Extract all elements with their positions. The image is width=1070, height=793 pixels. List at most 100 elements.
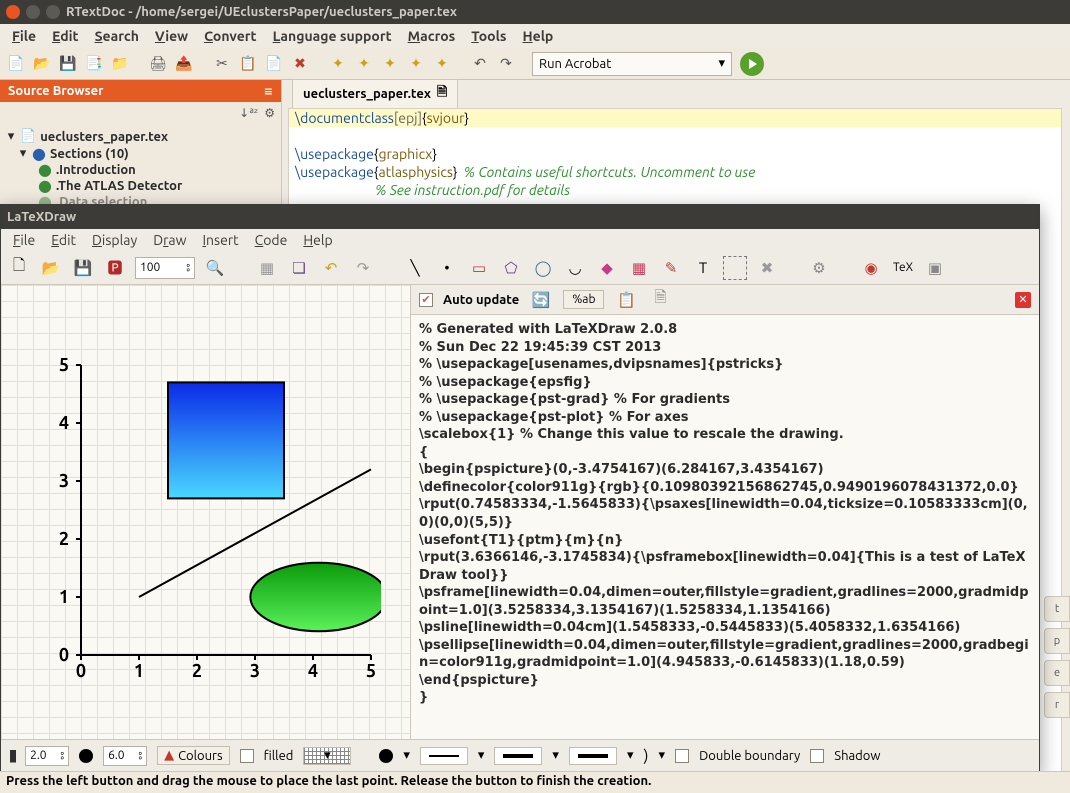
linewidth-input[interactable]: 2.0⦂ xyxy=(25,746,69,766)
grid-tool-icon[interactable]: ▦ xyxy=(627,256,651,280)
run-button[interactable] xyxy=(740,52,764,76)
shadow-checkbox[interactable] xyxy=(810,749,824,763)
menu-view[interactable]: View xyxy=(149,26,194,46)
bezier-tool-icon[interactable]: ◆ xyxy=(595,256,619,280)
ld-menu-draw[interactable]: Draw xyxy=(147,231,192,249)
linecap2-preview[interactable] xyxy=(569,747,617,765)
auto-update-checkbox[interactable] xyxy=(419,293,433,307)
save-all-icon[interactable]: 📑 xyxy=(82,52,106,76)
chevron-down-icon[interactable]: ▾ xyxy=(403,748,410,763)
gutter-btn[interactable]: e xyxy=(1044,660,1070,686)
new-file-icon[interactable]: 📄 xyxy=(4,52,28,76)
red-orb-icon[interactable]: ◉ xyxy=(859,256,883,280)
close-panel-button[interactable]: ✕ xyxy=(1015,292,1031,308)
menu-help[interactable]: Help xyxy=(516,26,559,46)
wand5-icon[interactable]: ✦ xyxy=(430,52,454,76)
zoom-input[interactable]: 100⦂ xyxy=(135,257,195,279)
open-icon[interactable]: 📂 xyxy=(39,256,63,280)
paste-code-icon[interactable]: 🗎 xyxy=(648,288,672,312)
code-ab-button[interactable]: %ab xyxy=(563,290,604,309)
polygon-tool-icon[interactable]: ⬠ xyxy=(499,256,523,280)
window-maximize-icon[interactable] xyxy=(46,5,60,19)
export-icon[interactable]: 📤 xyxy=(172,52,196,76)
rect-tool-icon[interactable]: ▭ xyxy=(467,256,491,280)
tree-item[interactable]: ● .The ATLAS Detector xyxy=(4,178,277,194)
sidebar-gear-icon[interactable]: ⚙ xyxy=(264,106,275,120)
text-tool-icon[interactable]: T xyxy=(691,256,715,280)
gutter-btn[interactable]: p xyxy=(1044,628,1070,654)
ld-menu-file[interactable]: File xyxy=(7,231,41,249)
save-icon[interactable]: 💾 xyxy=(71,256,95,280)
copy-code-icon[interactable]: 📋 xyxy=(614,288,638,312)
paste-icon[interactable]: 📄 xyxy=(262,52,286,76)
tree-file-row[interactable]: ▾📄 ueclusters_paper.tex xyxy=(4,128,277,145)
tree-item[interactable]: ● .Introduction xyxy=(4,162,277,178)
refresh-icon[interactable]: 🔄 xyxy=(529,288,553,312)
menu-search[interactable]: Search xyxy=(89,26,145,46)
sidebar-menu-icon[interactable]: ≡ xyxy=(264,85,273,98)
ellipse-tool-icon[interactable]: ◯ xyxy=(531,256,555,280)
tree-sections-row[interactable]: ▾● Sections (10) xyxy=(4,145,277,162)
grid-icon[interactable]: ▦ xyxy=(255,256,279,280)
properties-icon[interactable]: ⚙ xyxy=(807,256,831,280)
sort-icon[interactable]: ↓ªᶻ xyxy=(239,106,258,120)
delete-tool-icon[interactable]: ✖ xyxy=(755,256,779,280)
dotsize-input[interactable]: 6.0⦂ xyxy=(103,746,147,766)
wand1-icon[interactable]: ✦ xyxy=(326,52,350,76)
layers-icon[interactable]: ❏ xyxy=(287,256,311,280)
panel-icon[interactable]: ▣ xyxy=(923,256,947,280)
undo-icon[interactable]: ↶ xyxy=(468,52,492,76)
run-target-dropdown[interactable]: Run Acrobat ▾ xyxy=(532,52,732,76)
magnifier-icon[interactable]: 🔍 xyxy=(203,256,227,280)
delete-icon[interactable]: ✖ xyxy=(288,52,312,76)
fillcolor-swatch[interactable] xyxy=(379,749,393,763)
redo-icon[interactable]: ↷ xyxy=(351,256,375,280)
pstricks-code[interactable]: % Generated with LaTeXDraw 2.0.8 % Sun D… xyxy=(411,315,1039,739)
tex-mode-button[interactable]: TeX xyxy=(891,256,915,280)
arc-tool-icon[interactable]: ◡ xyxy=(563,256,587,280)
freehand-tool-icon[interactable]: ✎ xyxy=(659,256,683,280)
ld-menu-display[interactable]: Display xyxy=(86,231,143,249)
dot-tool-icon[interactable]: • xyxy=(435,256,459,280)
double-boundary-checkbox[interactable] xyxy=(675,749,689,763)
menu-file[interactable]: File xyxy=(6,26,42,46)
menu-language-support[interactable]: Language support xyxy=(267,26,398,46)
window-close-icon[interactable] xyxy=(6,5,20,19)
hatch-preview[interactable]: ▾ xyxy=(303,747,351,765)
svg-text:2: 2 xyxy=(192,661,202,681)
bracket-icon[interactable]: ) xyxy=(643,747,648,765)
ld-menu-code[interactable]: Code xyxy=(249,231,294,249)
pdf-icon[interactable]: 🅿 xyxy=(103,256,127,280)
linecolor-swatch[interactable] xyxy=(79,749,93,763)
menu-edit[interactable]: Edit xyxy=(46,26,85,46)
menu-tools[interactable]: Tools xyxy=(465,26,512,46)
colours-button[interactable]: ▲Colours xyxy=(157,746,230,765)
select-tool-icon[interactable] xyxy=(723,256,747,280)
gutter-btn[interactable]: t xyxy=(1044,596,1070,622)
new-icon[interactable]: 🗋 xyxy=(7,256,31,280)
gutter-btn[interactable]: r xyxy=(1044,692,1070,718)
ld-menu-insert[interactable]: Insert xyxy=(196,231,244,249)
undo-icon[interactable]: ↶ xyxy=(319,256,343,280)
redo-icon[interactable]: ↷ xyxy=(494,52,518,76)
print-icon[interactable]: 🖨 xyxy=(146,52,170,76)
save-icon[interactable]: 💾 xyxy=(56,52,80,76)
menu-macros[interactable]: Macros xyxy=(402,26,462,46)
ld-menu-edit[interactable]: Edit xyxy=(45,231,82,249)
line-tool-icon[interactable]: ╲ xyxy=(403,256,427,280)
cut-icon[interactable]: ✂ xyxy=(210,52,234,76)
window-minimize-icon[interactable] xyxy=(26,5,40,19)
menu-convert[interactable]: Convert xyxy=(198,26,262,46)
ld-menu-help[interactable]: Help xyxy=(297,231,338,249)
import-icon[interactable]: 📁 xyxy=(108,52,132,76)
wand2-icon[interactable]: ✦ xyxy=(352,52,376,76)
open-folder-icon[interactable]: 📂 xyxy=(30,52,54,76)
wand4-icon[interactable]: ✦ xyxy=(404,52,428,76)
linestyle-preview[interactable] xyxy=(420,747,468,765)
drawing-canvas[interactable]: 012345012345 xyxy=(1,285,411,739)
filled-checkbox[interactable] xyxy=(240,749,254,763)
linecap1-preview[interactable] xyxy=(494,747,542,765)
tab-ueclusters[interactable]: ueclusters_paper.tex 🗎 xyxy=(292,79,458,108)
copy-icon[interactable]: 📋 xyxy=(236,52,260,76)
wand3-icon[interactable]: ✦ xyxy=(378,52,402,76)
